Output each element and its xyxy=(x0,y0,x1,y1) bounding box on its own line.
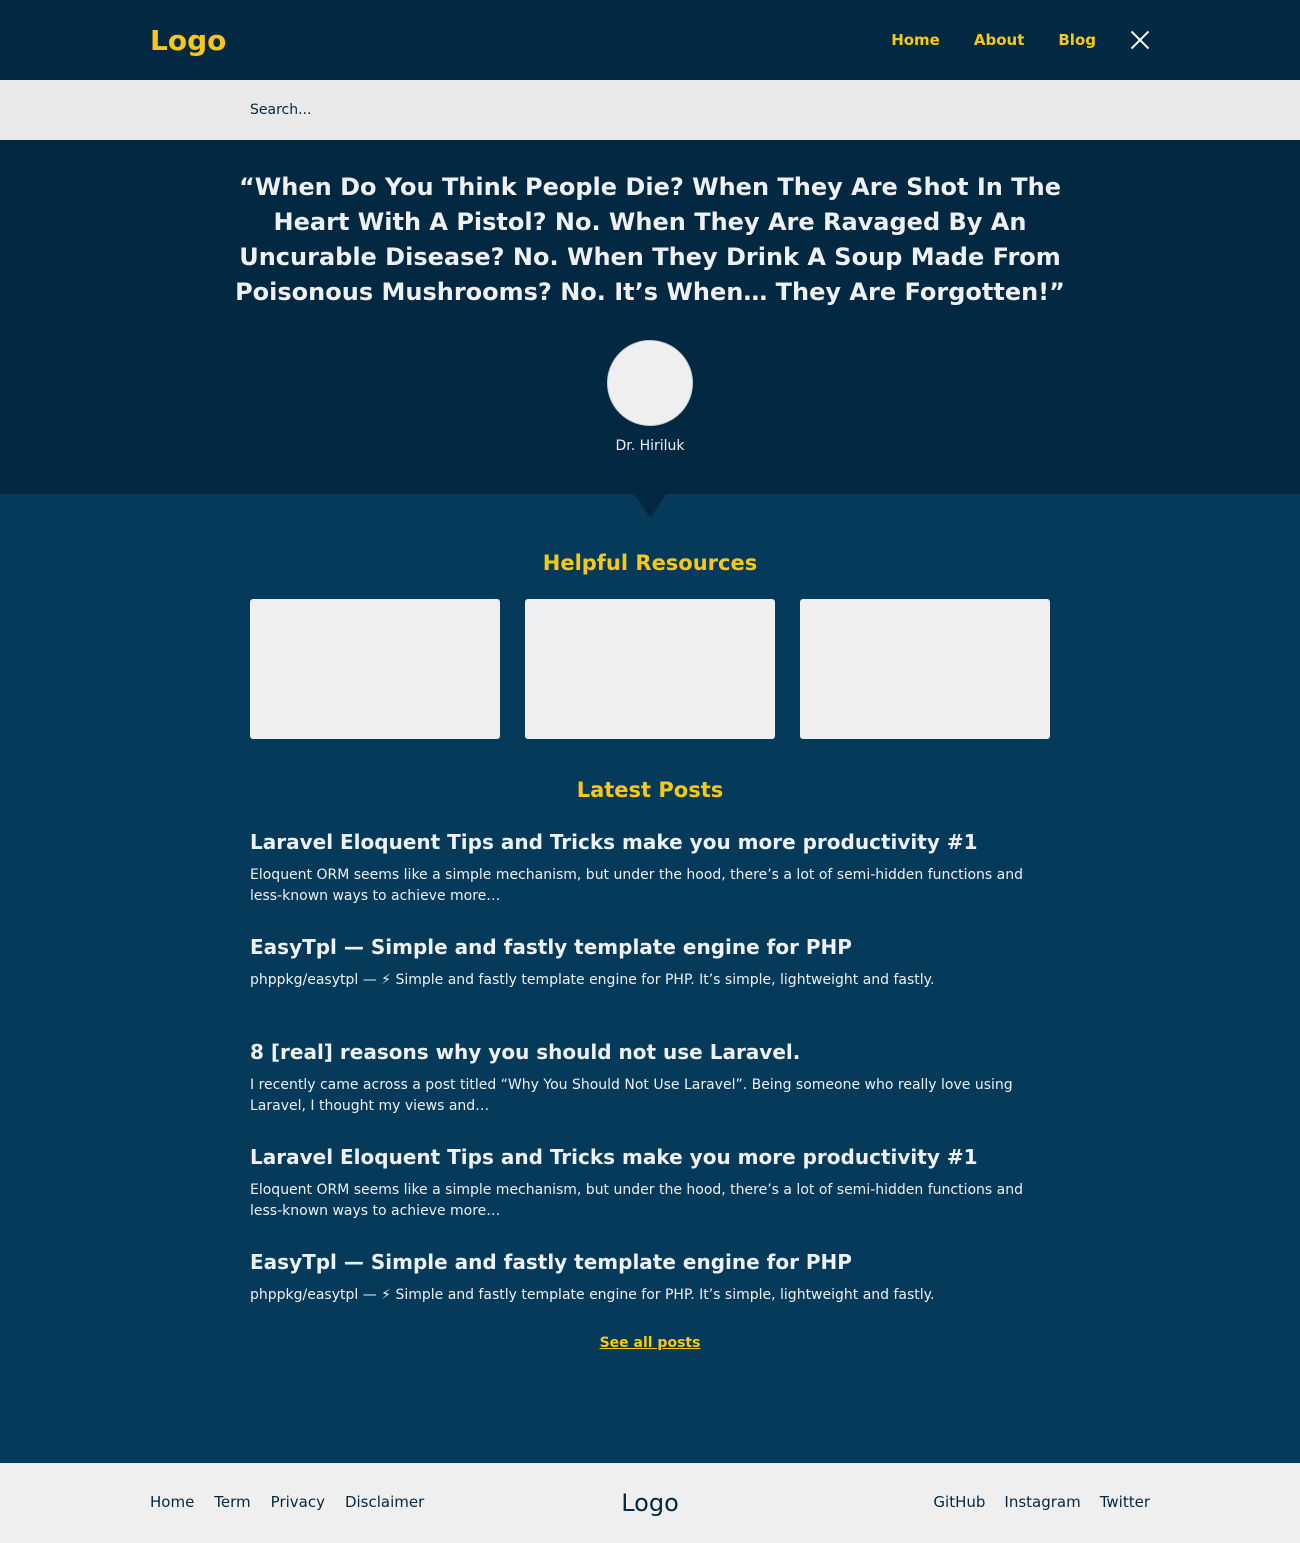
site-footer: Home Term Privacy Disclaimer Logo GitHub… xyxy=(0,1463,1300,1543)
footer-logo[interactable]: Logo xyxy=(550,1489,750,1517)
main-nav: Home About Blog xyxy=(857,26,1150,54)
post-item: Laravel Eloquent Tips and Tricks make yo… xyxy=(250,828,1050,933)
site-logo[interactable]: Logo xyxy=(150,24,226,58)
see-all-posts-link[interactable]: See all posts xyxy=(600,1335,701,1351)
resource-card[interactable] xyxy=(800,599,1050,739)
hero-pointer xyxy=(634,494,666,518)
footer-link-term[interactable]: Term xyxy=(214,1493,250,1511)
footer-link-twitter[interactable]: Twitter xyxy=(1100,1493,1150,1511)
posts-title: Latest Posts xyxy=(576,778,724,802)
post-item: 8 [real] reasons why you should not use … xyxy=(250,1038,1050,1143)
author-avatar xyxy=(607,340,693,426)
footer-link-disclaimer[interactable]: Disclaimer xyxy=(345,1493,424,1511)
post-title[interactable]: Laravel Eloquent Tips and Tricks make yo… xyxy=(250,1143,1050,1171)
post-title[interactable]: EasyTpl — Simple and fastly template eng… xyxy=(250,933,1050,961)
footer-link-github[interactable]: GitHub xyxy=(933,1493,985,1511)
post-item: EasyTpl — Simple and fastly template eng… xyxy=(250,933,1050,1038)
see-all-wrapper: See all posts xyxy=(450,1332,850,1351)
posts-list: Laravel Eloquent Tips and Tricks make yo… xyxy=(250,828,1050,1353)
resource-cards xyxy=(250,599,1050,739)
post-title[interactable]: 8 [real] reasons why you should not use … xyxy=(250,1038,1050,1066)
nav-about[interactable]: About xyxy=(974,26,1025,54)
post-item: Laravel Eloquent Tips and Tricks make yo… xyxy=(250,1143,1050,1248)
post-excerpt: Eloquent ORM seems like a simple mechani… xyxy=(250,867,1024,904)
quote-hero: “When Do You Think People Die? When They… xyxy=(0,140,1300,494)
quote-author: Dr. Hiriluk xyxy=(615,438,685,454)
nav-home[interactable]: Home xyxy=(891,26,940,54)
post-excerpt: phppkg/easytpl — ⚡ Simple and fastly tem… xyxy=(250,1287,935,1303)
footer-link-instagram[interactable]: Instagram xyxy=(1004,1493,1080,1511)
resource-card[interactable] xyxy=(250,599,500,739)
footer-link-privacy[interactable]: Privacy xyxy=(271,1493,325,1511)
hero-quote: “When Do You Think People Die? When They… xyxy=(235,173,1065,306)
close-icon[interactable] xyxy=(1130,30,1150,50)
search-input[interactable] xyxy=(250,95,1050,125)
post-title[interactable]: EasyTpl — Simple and fastly template eng… xyxy=(250,1248,1050,1276)
footer-left-links: Home Term Privacy Disclaimer xyxy=(150,1493,444,1511)
post-excerpt: I recently came across a post titled “Wh… xyxy=(250,1077,1013,1114)
resources-title: Helpful Resources xyxy=(542,551,758,575)
post-excerpt: Eloquent ORM seems like a simple mechani… xyxy=(250,1182,1024,1219)
nav-blog[interactable]: Blog xyxy=(1058,26,1096,54)
post-title[interactable]: Laravel Eloquent Tips and Tricks make yo… xyxy=(250,828,1050,856)
search-bar xyxy=(0,80,1300,140)
footer-social-links: GitHub Instagram Twitter xyxy=(914,1493,1150,1511)
resource-card[interactable] xyxy=(525,599,775,739)
site-header: Logo Home About Blog xyxy=(0,0,1300,80)
post-excerpt: phppkg/easytpl — ⚡ Simple and fastly tem… xyxy=(250,972,935,988)
footer-link-home[interactable]: Home xyxy=(150,1493,194,1511)
